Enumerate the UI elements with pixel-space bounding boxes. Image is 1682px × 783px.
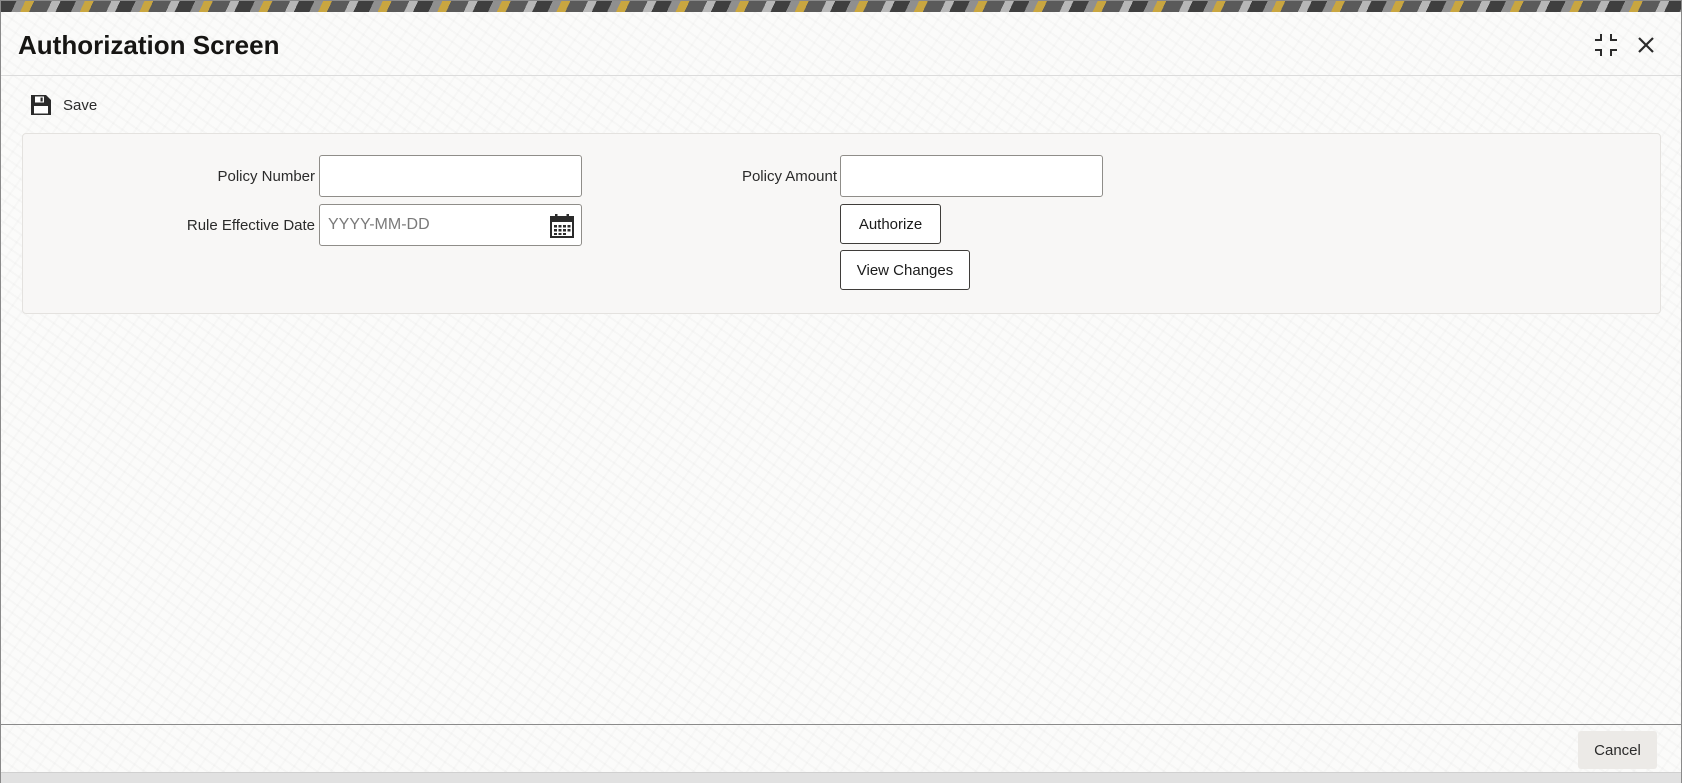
rule-effective-date-label: Rule Effective Date xyxy=(186,217,315,234)
decorative-header-strip xyxy=(1,1,1681,12)
window-title: Authorization Screen xyxy=(18,30,280,60)
view-changes-button[interactable]: View Changes xyxy=(840,250,970,290)
floppy-disk-icon xyxy=(31,95,51,115)
policy-amount-label: Policy Amount xyxy=(741,168,837,185)
close-icon xyxy=(1638,37,1654,53)
authorization-window: Authorization Screen Save Policy Number … xyxy=(0,0,1682,783)
minimize-button[interactable] xyxy=(1591,30,1621,60)
close-button[interactable] xyxy=(1631,30,1661,60)
save-button[interactable]: Save xyxy=(29,91,97,119)
footer-bar: Cancel xyxy=(1,724,1681,772)
authorize-button[interactable]: Authorize xyxy=(840,204,941,244)
calendar-icon[interactable] xyxy=(549,213,575,239)
policy-amount-input[interactable] xyxy=(840,155,1103,197)
policy-number-label: Policy Number xyxy=(217,168,315,185)
minimize-icon xyxy=(1595,34,1617,56)
bottom-strip xyxy=(1,772,1681,783)
authorization-form-panel: Policy Number Rule Effective Date Policy… xyxy=(22,133,1661,314)
title-bar: Authorization Screen xyxy=(1,12,1681,76)
save-label: Save xyxy=(63,96,98,114)
policy-number-input[interactable] xyxy=(319,155,582,197)
rule-effective-date-input[interactable] xyxy=(319,204,582,246)
cancel-button[interactable]: Cancel xyxy=(1578,731,1657,769)
